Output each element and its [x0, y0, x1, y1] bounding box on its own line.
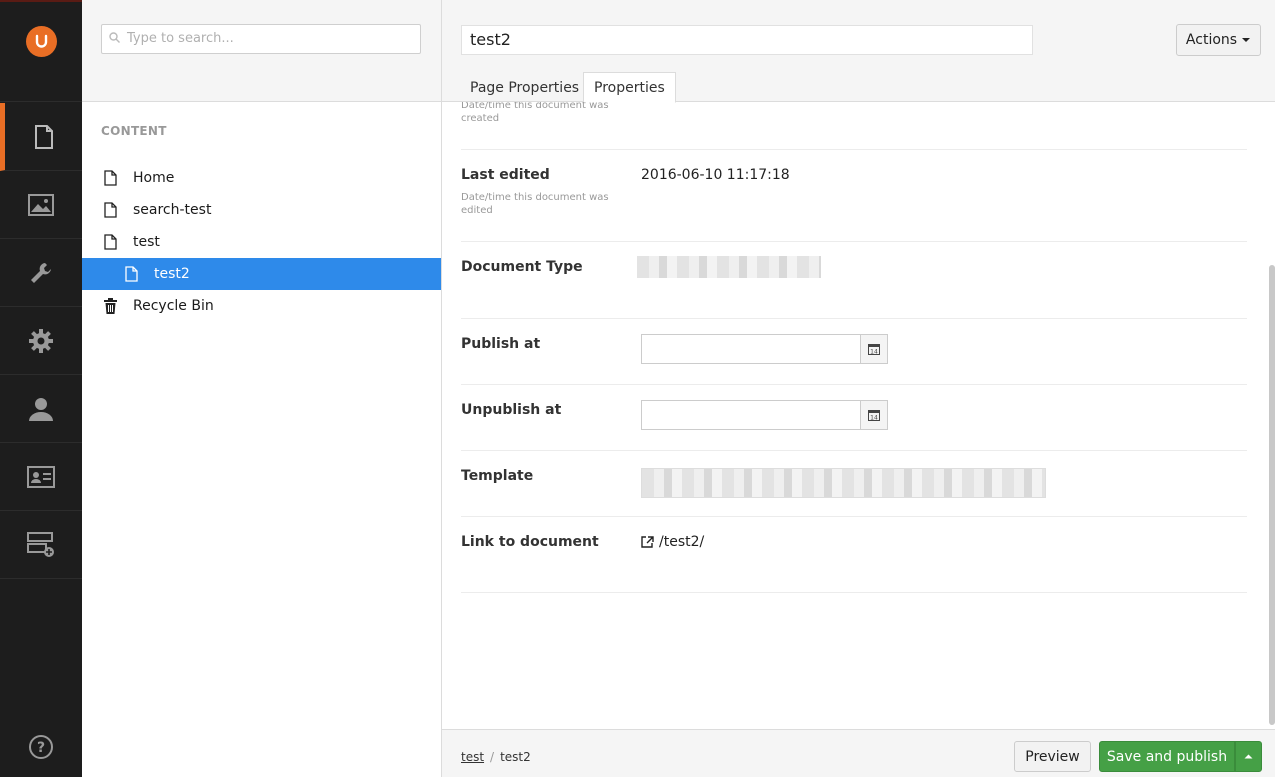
tree-header: Type to search... — [82, 0, 441, 102]
property-created: Date/time this document was created — [461, 102, 1247, 150]
property-label: Last edited — [461, 167, 550, 183]
document-name-input[interactable]: test2 — [461, 25, 1033, 55]
media-icon — [28, 193, 54, 216]
document-type-value-redacted — [637, 256, 821, 278]
tab-label: Properties — [594, 79, 665, 96]
property-label: Template — [461, 468, 534, 484]
property-link: Link to document /test2/ — [461, 517, 1247, 593]
tree-item-label: Home — [133, 170, 175, 186]
gear-icon — [29, 328, 53, 353]
document-icon — [104, 201, 118, 219]
id-card-icon — [27, 465, 55, 488]
calendar-icon: 14 — [868, 344, 880, 356]
user-icon — [29, 397, 53, 421]
editor-footer: test / test2 Preview Save and publish — [442, 729, 1275, 777]
calendar-icon: 14 — [868, 410, 880, 422]
caret-up-icon — [1244, 754, 1253, 759]
tab-label: Page Properties — [470, 79, 580, 96]
nav-members[interactable] — [0, 443, 82, 511]
tree-item-recycle-bin[interactable]: Recycle Bin — [82, 290, 441, 322]
tree-item-label: search-test — [133, 202, 212, 218]
tree-item-home[interactable]: Home — [82, 162, 441, 194]
breadcrumb-link[interactable]: test — [461, 750, 484, 764]
unpublish-at-input[interactable]: 14 — [641, 400, 888, 430]
nav-forms[interactable] — [0, 511, 82, 579]
document-icon — [104, 233, 118, 251]
preview-button[interactable]: Preview — [1014, 741, 1091, 772]
tree-section-title: CONTENT — [101, 124, 167, 138]
tab-properties[interactable]: Properties — [583, 72, 676, 103]
tree-item-label: test2 — [154, 266, 190, 282]
forms-icon — [27, 531, 54, 557]
actions-label: Actions — [1185, 32, 1238, 48]
nav-users[interactable] — [0, 375, 82, 443]
property-label: Unpublish at — [461, 402, 562, 418]
template-select-redacted[interactable] — [641, 468, 1046, 498]
property-label: Link to document — [461, 534, 599, 550]
breadcrumb-current: test2 — [500, 750, 531, 764]
properties-content: Date/time this document was created Last… — [442, 102, 1275, 729]
property-document-type: Document Type — [461, 242, 1247, 319]
document-icon — [125, 265, 139, 283]
svg-text:?: ? — [37, 740, 45, 756]
last-edited-value: 2016-06-10 11:17:18 — [641, 167, 790, 183]
scrollbar[interactable] — [1269, 265, 1275, 725]
property-template: Template — [461, 451, 1247, 517]
svg-text:14: 14 — [870, 415, 878, 422]
property-publish-at: Publish at 14 — [461, 319, 1247, 385]
editor-panel: test2 Actions Page Properties Properties… — [442, 0, 1275, 777]
wrench-icon — [31, 262, 51, 283]
calendar-button[interactable]: 14 — [860, 401, 887, 429]
search-input[interactable]: Type to search... — [101, 24, 421, 54]
content-icon — [34, 124, 53, 149]
nav-settings[interactable] — [0, 239, 82, 307]
save-and-publish-button[interactable]: Save and publish — [1099, 741, 1235, 772]
tree-item-test2[interactable]: test2 — [82, 258, 441, 290]
publish-options-button[interactable] — [1235, 741, 1262, 772]
logo-icon — [25, 26, 57, 57]
umbraco-logo[interactable] — [0, 2, 82, 102]
nav-content[interactable] — [0, 103, 82, 171]
document-icon — [104, 169, 118, 187]
property-description: Date/time this document was created — [461, 102, 609, 124]
help-icon: ? — [29, 735, 53, 759]
app-sidebar: ? — [0, 0, 82, 777]
publish-at-input[interactable]: 14 — [641, 334, 888, 364]
breadcrumb-separator: / — [490, 750, 495, 764]
nav-developer[interactable] — [0, 307, 82, 375]
property-last-edited: Last edited Date/time this document was … — [461, 150, 1247, 242]
svg-text:14: 14 — [870, 349, 878, 356]
tree-item-label: test — [133, 234, 160, 250]
tab-page-properties[interactable]: Page Properties — [460, 72, 589, 103]
property-description: Date/time this document was edited — [461, 192, 609, 216]
external-link-icon — [641, 536, 654, 548]
search-icon — [109, 32, 120, 43]
help-button[interactable]: ? — [0, 724, 82, 770]
tree-item-label: Recycle Bin — [133, 298, 214, 314]
property-label: Document Type — [461, 259, 583, 275]
content-tree-panel: Type to search... CONTENT Home search-te… — [82, 0, 442, 777]
nav-media[interactable] — [0, 171, 82, 239]
property-label: Publish at — [461, 336, 541, 352]
trash-icon — [104, 297, 118, 315]
editor-header: test2 Actions Page Properties Properties — [442, 0, 1275, 103]
actions-button[interactable]: Actions — [1176, 24, 1261, 56]
caret-down-icon — [1242, 38, 1251, 42]
breadcrumb: test / test2 — [461, 750, 531, 764]
tree-item-search-test[interactable]: search-test — [82, 194, 441, 226]
calendar-button[interactable]: 14 — [860, 335, 887, 363]
document-link[interactable]: /test2/ — [641, 534, 704, 550]
tree-item-test[interactable]: test — [82, 226, 441, 258]
link-text: /test2/ — [659, 534, 705, 550]
property-unpublish-at: Unpublish at 14 — [461, 385, 1247, 451]
